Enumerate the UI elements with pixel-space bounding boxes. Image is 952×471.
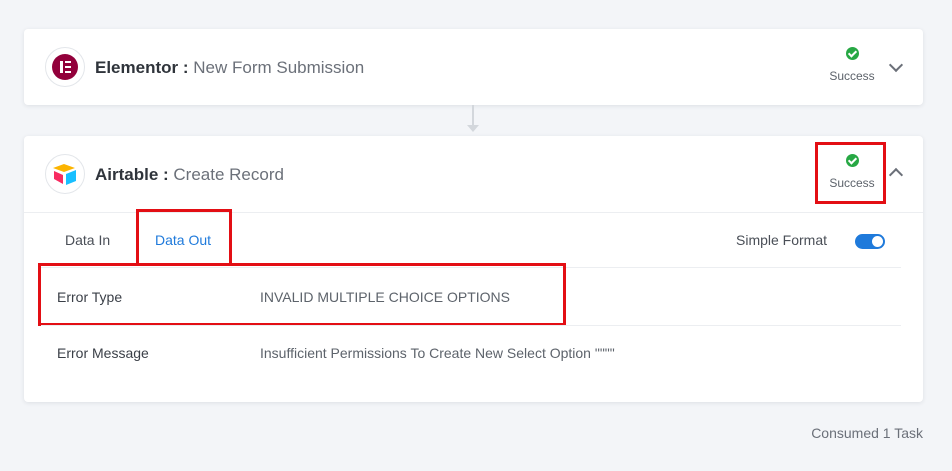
airtable-logo-icon	[45, 154, 85, 194]
step-event-name: New Form Submission	[193, 58, 365, 77]
success-check-icon	[845, 154, 859, 167]
step-separator: :	[178, 58, 194, 77]
step-event-name: Create Record	[173, 165, 284, 184]
row-value-error-type: INVALID MULTIPLE CHOICE OPTIONS	[260, 289, 510, 305]
row-divider	[41, 267, 901, 268]
consumed-tasks-text: Consumed 1 Task	[811, 425, 923, 441]
step-card-elementor[interactable]: Elementor : New Form Submission Success	[24, 29, 923, 105]
success-check-icon	[845, 47, 859, 60]
chevron-up-icon[interactable]	[888, 167, 904, 183]
toggle-knob	[872, 236, 883, 247]
status-badge: Success	[817, 154, 887, 190]
simple-format-toggle[interactable]	[855, 234, 885, 249]
elementor-logo-icon	[45, 47, 85, 87]
step-app-name: Airtable	[95, 165, 159, 184]
row-value-error-message: Insufficient Permissions To Create New S…	[260, 345, 615, 361]
tab-data-in[interactable]: Data In	[65, 232, 110, 248]
row-key-error-message: Error Message	[57, 345, 149, 361]
status-label: Success	[829, 69, 875, 83]
step-separator: :	[158, 165, 174, 184]
step-app-name: Elementor	[95, 58, 179, 77]
step-title: Elementor : New Form Submission	[95, 57, 364, 79]
arrow-down-icon	[467, 125, 479, 132]
step-card-airtable[interactable]: Airtable : Create Record Success Data In…	[24, 136, 923, 402]
row-divider	[41, 325, 901, 326]
simple-format-label: Simple Format	[736, 232, 828, 248]
tab-data-out[interactable]: Data Out	[155, 232, 211, 248]
step-title: Airtable : Create Record	[95, 164, 284, 186]
row-key-error-type: Error Type	[57, 289, 123, 305]
status-label: Success	[829, 176, 875, 190]
card-divider	[24, 212, 923, 213]
status-badge: Success	[817, 47, 887, 83]
chevron-down-icon[interactable]	[888, 57, 904, 73]
